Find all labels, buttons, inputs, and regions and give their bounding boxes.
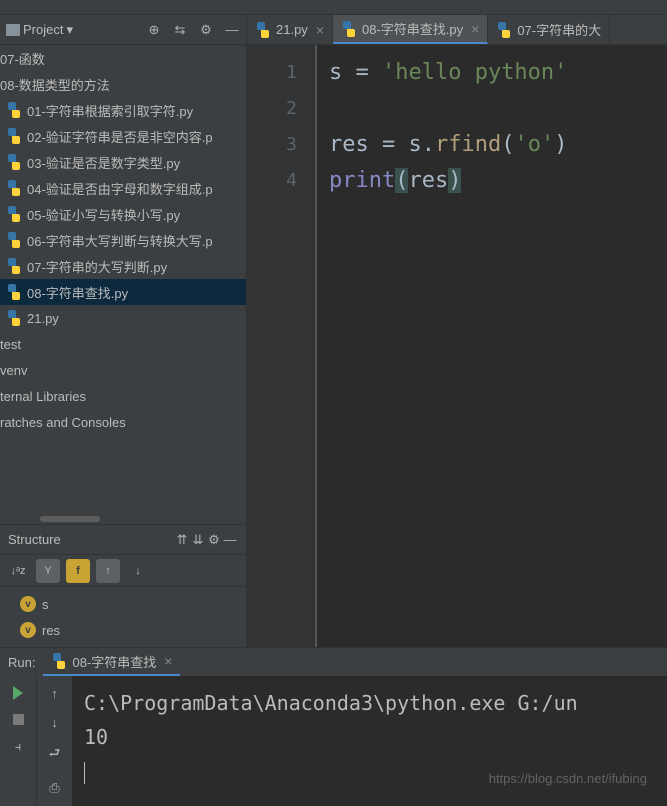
python-icon — [6, 258, 22, 274]
cursor — [84, 762, 85, 784]
run-sidebar-right: ↑ ↓ ⮐ ⎙ — [36, 676, 72, 806]
python-icon — [496, 22, 512, 38]
stop-icon[interactable] — [13, 714, 24, 725]
tree-file[interactable]: 21.py — [0, 305, 246, 331]
run-body: ⫞ ↑ ↓ ⮐ ⎙ C:\ProgramData\Anaconda3\pytho… — [0, 676, 667, 806]
collapse-icon[interactable]: ⇆ — [172, 22, 188, 38]
minimize-icon[interactable]: — — [222, 532, 238, 548]
variable-name: res — [42, 623, 60, 638]
python-icon — [6, 154, 22, 170]
horizontal-scrollbar[interactable] — [0, 514, 246, 524]
filter-button[interactable]: Y — [36, 559, 60, 583]
main-area: Project ▾ ⊕ ⇆ ⚙ — 07-函数 08-数据类型的方法 01-字符… — [0, 15, 667, 647]
variable-name: s — [42, 597, 49, 612]
editor-tabs: 21.py × 08-字符串查找.py × 07-字符串的大 — [247, 15, 667, 45]
left-panel: Project ▾ ⊕ ⇆ ⚙ — 07-函数 08-数据类型的方法 01-字符… — [0, 15, 247, 647]
close-icon[interactable]: × — [164, 653, 172, 669]
chevron-down-icon: ▾ — [66, 22, 73, 38]
nav-up-button[interactable]: ↑ — [96, 559, 120, 583]
structure-items: v s v res — [0, 587, 246, 647]
tab-08[interactable]: 08-字符串查找.py × — [333, 15, 488, 44]
play-icon[interactable] — [13, 686, 23, 700]
structure-var[interactable]: v res — [0, 617, 246, 643]
tree-folder[interactable]: 08-数据类型的方法 — [0, 71, 246, 97]
python-icon — [51, 653, 67, 669]
console-output[interactable]: C:\ProgramData\Anaconda3\python.exe G:/u… — [72, 676, 667, 806]
python-icon — [255, 22, 271, 38]
collapse-icon[interactable]: ⇈ — [174, 532, 190, 548]
project-header: Project ▾ ⊕ ⇆ ⚙ — — [0, 15, 246, 45]
structure-header: Structure ⇈ ⇊ ⚙ — — [0, 525, 246, 555]
breadcrumb-bar — [0, 0, 667, 15]
tree-file[interactable]: 02-验证字符串是否是非空内容.p — [0, 123, 246, 149]
python-icon — [6, 180, 22, 196]
run-tab[interactable]: 08-字符串查找 × — [43, 648, 180, 676]
variable-icon: v — [20, 596, 36, 612]
down-arrow-icon[interactable]: ↓ — [51, 715, 58, 730]
code-text[interactable]: s = 'hello python' res = s.rfind('o')pri… — [317, 45, 667, 647]
tree-folder[interactable]: ratches and Consoles — [0, 409, 246, 435]
variable-icon: v — [20, 622, 36, 638]
tree-file[interactable]: 01-字符串根据索引取字符.py — [0, 97, 246, 123]
expand-icon[interactable]: ⇊ — [190, 532, 206, 548]
tree-folder[interactable]: test — [0, 331, 246, 357]
tree-folder[interactable]: venv — [0, 357, 246, 383]
gear-icon[interactable]: ⚙ — [206, 532, 222, 548]
project-header-icons: ⊕ ⇆ ⚙ — — [146, 22, 240, 38]
editor-area: 21.py × 08-字符串查找.py × 07-字符串的大 1 2 3 4 s… — [247, 15, 667, 647]
tree-file[interactable]: 07-字符串的大写判断.py — [0, 253, 246, 279]
layout-icon[interactable]: ⫞ — [15, 739, 22, 755]
folder-icon — [6, 24, 20, 36]
target-icon[interactable]: ⊕ — [146, 22, 162, 38]
tree-folder[interactable]: ternal Libraries — [0, 383, 246, 409]
run-sidebar-left: ⫞ — [0, 676, 36, 806]
python-icon — [6, 232, 22, 248]
print-icon[interactable]: ⎙ — [49, 780, 59, 796]
python-icon — [6, 206, 22, 222]
tab-21[interactable]: 21.py × — [247, 15, 333, 44]
line-gutter: 1 2 3 4 — [247, 45, 317, 647]
minimize-icon[interactable]: — — [224, 22, 240, 38]
watermark: https://blog.csdn.net/ifubing — [489, 771, 647, 786]
tree-folder[interactable]: 07-函数 — [0, 45, 246, 71]
editor-content[interactable]: 1 2 3 4 s = 'hello python' res = s.rfind… — [247, 45, 667, 647]
sort-alpha-button[interactable]: ↓ᵃz — [6, 559, 30, 583]
gear-icon[interactable]: ⚙ — [198, 22, 214, 38]
nav-down-button[interactable]: ↓ — [126, 559, 150, 583]
project-label[interactable]: Project ▾ — [6, 22, 146, 38]
structure-title: Structure — [8, 532, 174, 547]
python-icon — [341, 21, 357, 37]
close-icon[interactable]: × — [471, 21, 479, 37]
fields-button[interactable]: f — [66, 559, 90, 583]
close-icon[interactable]: × — [316, 22, 324, 38]
tab-07[interactable]: 07-字符串的大 — [488, 15, 610, 44]
python-icon — [6, 310, 22, 326]
wrap-icon[interactable]: ⮐ — [49, 744, 61, 766]
structure-toolbar: ↓ᵃz Y f ↑ ↓ — [0, 555, 246, 587]
tree-file[interactable]: 05-验证小写与转换小写.py — [0, 201, 246, 227]
run-header: Run: 08-字符串查找 × — [0, 648, 667, 676]
file-tree: 07-函数 08-数据类型的方法 01-字符串根据索引取字符.py 02-验证字… — [0, 45, 246, 514]
up-arrow-icon[interactable]: ↑ — [51, 686, 58, 701]
project-title: Project — [23, 22, 63, 37]
tree-file-selected[interactable]: 08-字符串查找.py — [0, 279, 246, 305]
python-icon — [6, 102, 22, 118]
python-icon — [6, 284, 22, 300]
structure-var[interactable]: v s — [0, 591, 246, 617]
structure-panel: Structure ⇈ ⇊ ⚙ — ↓ᵃz Y f ↑ ↓ v s v — [0, 524, 246, 647]
tree-file[interactable]: 04-验证是否由字母和数字组成.p — [0, 175, 246, 201]
run-label: Run: — [8, 655, 35, 670]
tree-file[interactable]: 06-字符串大写判断与转换大写.p — [0, 227, 246, 253]
python-icon — [6, 128, 22, 144]
tree-file[interactable]: 03-验证是否是数字类型.py — [0, 149, 246, 175]
